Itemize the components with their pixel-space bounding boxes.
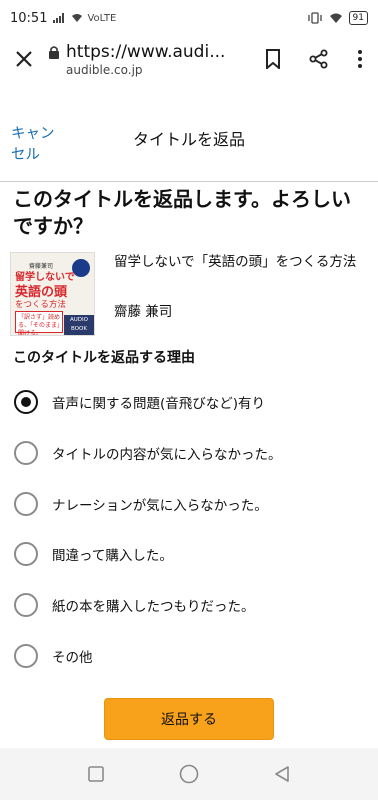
share-button[interactable] [296,36,342,82]
more-menu-button[interactable] [342,36,378,82]
recents-button[interactable] [76,754,116,794]
return-submit-button[interactable]: 返品する [104,698,274,740]
reason-option[interactable]: ナレーションが気に入らなかった。 [14,482,364,526]
cover-title-line3: をつくる方法 [15,300,66,310]
bookmark-button[interactable] [250,36,296,82]
recents-icon [88,766,105,782]
radio-button[interactable] [14,441,38,465]
home-button[interactable] [169,754,209,794]
url-domain: audible.co.jp [66,62,143,77]
reason-option[interactable]: その他 [14,634,364,678]
status-right: 91 [307,11,368,25]
reason-option[interactable]: 音声に関する問題(音飛びなど)有り [14,380,364,424]
close-tab-button[interactable] [0,36,48,82]
more-vert-icon [358,50,362,68]
radio-button[interactable] [14,390,38,414]
network-type: VoLTE [87,12,117,24]
wifi-icon [72,14,83,22]
radio-button[interactable] [14,542,38,566]
radio-button[interactable] [14,492,38,516]
bookmark-icon [266,49,280,69]
confirmation-heading: このタイトルを返品します。よろしいですか？ [13,187,351,238]
cover-tagline: 「訳さず」読める、「そのまま」聞ける。 [15,311,63,335]
browser-toolbar: https://www.audi... audible.co.jp [0,36,378,82]
share-icon [309,49,328,69]
reason-option[interactable]: 間違って購入した。 [14,532,364,576]
status-icons: VoLTE [53,13,116,24]
battery-indicator: 91 [348,11,368,25]
status-time: 10:51 [10,10,48,26]
reason-option[interactable]: タイトルの内容が気に入らなかった。 [14,431,364,475]
url-line: https://www.audi... [48,42,250,62]
system-nav-bar [0,748,378,800]
radio-button[interactable] [14,593,38,617]
reason-label: 音声に関する問題(音飛びなど)有り [52,396,266,412]
book-author: 齋藤 兼司 [114,304,173,320]
vibrate-icon [307,12,322,24]
signal-icon [53,13,65,23]
close-icon [16,51,32,67]
status-bar: 10:51 VoLTE 91 [0,0,378,36]
reason-option[interactable]: 紙の本を購入したつもりだった。 [14,583,364,627]
reason-label: タイトルの内容が気に入らなかった。 [52,447,282,463]
book-title: 留学しないで「英語の頭」をつくる方法 [114,254,357,270]
reason-label: 紙の本を購入したつもりだった。 [52,599,255,615]
reasons-heading: このタイトルを返品する理由 [13,350,195,366]
book-cover: 齋藤兼司 留学しないで 英語の頭 をつくる方法 「訳さず」読める、「そのまま」聞… [10,252,95,336]
lock-icon [49,45,59,59]
back-button[interactable] [262,754,302,794]
wifi-status-icon [329,13,342,23]
home-icon [179,764,199,784]
reason-label: 間違って購入した。 [52,548,173,564]
reason-label: ナレーションが気に入らなかった。 [52,498,268,514]
url-text: https://www.audi... [66,41,226,62]
reason-label: その他 [52,650,93,666]
url-display[interactable]: https://www.audi... audible.co.jp [48,42,250,77]
radio-button[interactable] [14,644,38,668]
audiobook-badge: AUDIO BOOK [64,315,94,335]
toolbar-actions [250,36,378,82]
dialog-title: タイトルを返品 [132,130,245,149]
book-info: 齋藤兼司 留学しないで 英語の頭 をつくる方法 「訳さず」読める、「そのまま」聞… [10,252,370,336]
dialog-header: キャンセル タイトルを返品 [0,118,378,182]
back-icon [274,766,289,782]
